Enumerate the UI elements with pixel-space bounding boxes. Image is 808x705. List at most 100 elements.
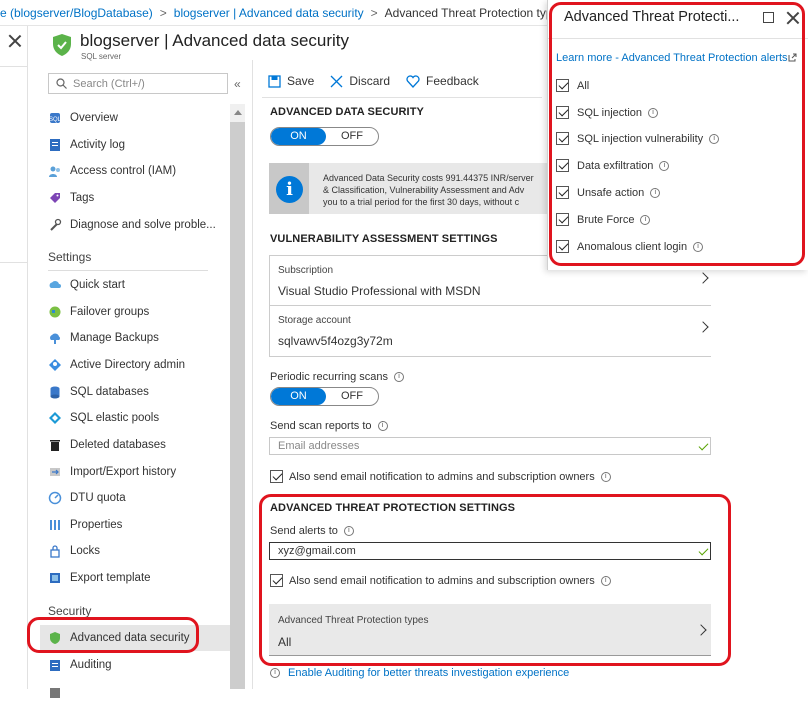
blade-divider: [252, 60, 253, 689]
globe-icon: [49, 306, 61, 318]
nav-item-properties[interactable]: Properties: [40, 512, 230, 538]
nav-item-overview[interactable]: SQL Overview: [40, 105, 230, 131]
periodic-scans-toggle[interactable]: ON OFF: [270, 387, 379, 406]
heart-icon: [406, 74, 420, 88]
next-item-icon: [50, 688, 60, 698]
enable-auditing-hint: i Enable Auditing for better threats inve…: [270, 667, 569, 679]
save-button[interactable]: Save: [268, 74, 314, 88]
elastic-pool-icon: [49, 412, 61, 424]
svg-text:SQL: SQL: [49, 117, 62, 123]
nav-item-locks[interactable]: Locks: [40, 538, 230, 564]
sql-server-shield-icon: [53, 34, 71, 56]
chevron-right-icon[interactable]: [697, 321, 709, 333]
pricing-info-banner: i Advanced Data Security costs 991.44375…: [269, 163, 569, 214]
nav-item-partial[interactable]: [40, 679, 230, 705]
breadcrumb-separator: >: [159, 6, 167, 20]
tag-icon: [50, 193, 60, 203]
nav-item-quick-start[interactable]: Quick start: [40, 272, 230, 298]
breadcrumb-link-database[interactable]: e (blogserver/BlogDatabase): [0, 6, 153, 20]
breadcrumb-separator: >: [370, 6, 378, 20]
nav-item-export-template[interactable]: Export template: [40, 565, 230, 591]
ads-heading: ADVANCED DATA SECURITY: [270, 106, 424, 118]
valid-check-icon: [698, 440, 709, 451]
page-title: blogserver | Advanced data security: [80, 31, 350, 50]
feedback-button[interactable]: Feedback: [406, 74, 479, 88]
nav-item-ad-admin[interactable]: Active Directory admin: [40, 352, 230, 378]
toggle-on[interactable]: ON: [271, 388, 326, 405]
lock-icon: [50, 545, 60, 558]
page-subtitle: SQL server: [81, 52, 122, 61]
gauge-icon: [48, 491, 62, 505]
info-icon[interactable]: i: [394, 372, 404, 382]
breadcrumb-current: Advanced Threat Protection types: [384, 6, 566, 20]
section-settings: Settings: [48, 250, 92, 264]
info-icon: i: [276, 176, 303, 203]
ads-toggle[interactable]: ON OFF: [270, 127, 379, 146]
nav-item-sql-databases[interactable]: SQL databases: [40, 379, 230, 405]
breadcrumb-link-security[interactable]: blogserver | Advanced data security: [174, 6, 364, 20]
nav-item-auditing[interactable]: Auditing: [40, 652, 230, 678]
cloud-icon: [49, 280, 61, 288]
annotation-highlight-atp: [259, 494, 731, 666]
nav-item-diagnose[interactable]: Diagnose and solve proble...: [40, 212, 230, 238]
menu-scrollbar[interactable]: [230, 104, 245, 689]
enable-auditing-link[interactable]: Enable Auditing for better threats inves…: [288, 667, 569, 679]
previous-blade-edge: [0, 26, 28, 689]
save-icon: [268, 74, 281, 88]
discard-button[interactable]: Discard: [330, 74, 390, 88]
subscription-label: Subscription: [278, 265, 334, 276]
annotation-highlight-nav: [27, 617, 199, 653]
nav-item-access-control[interactable]: Access control (IAM): [40, 158, 230, 184]
nav-item-elastic-pools[interactable]: SQL elastic pools: [40, 405, 230, 431]
export-template-icon: [50, 573, 60, 583]
storage-account-value[interactable]: sqlvawv5f4ozg3y72m: [278, 334, 393, 348]
info-icon[interactable]: i: [377, 421, 388, 431]
trash-icon: [50, 440, 60, 451]
scroll-up-icon[interactable]: [234, 110, 242, 115]
toggle-off[interactable]: OFF: [326, 128, 378, 145]
search-placeholder: Search (Ctrl+/): [73, 78, 145, 90]
ad-admin-icon: [49, 359, 61, 371]
scrollbar-thumb[interactable]: [230, 122, 245, 689]
properties-icon: [50, 520, 60, 530]
nav-item-dtu-quota[interactable]: DTU quota: [40, 485, 230, 511]
info-line: & Classification, Vulnerability Assessme…: [323, 185, 525, 195]
collapse-menu-icon[interactable]: «: [234, 77, 241, 91]
toggle-off[interactable]: OFF: [326, 388, 378, 405]
import-export-icon: [50, 468, 60, 476]
search-input[interactable]: Search (Ctrl+/): [48, 73, 228, 94]
info-line: you to a trial period for the first 30 d…: [323, 197, 520, 207]
backup-icon: [50, 333, 61, 344]
auditing-icon: [50, 660, 60, 671]
close-icon[interactable]: [9, 35, 21, 47]
sql-server-icon: SQL: [49, 113, 62, 123]
section-security: Security: [48, 604, 92, 618]
va-also-send-checkbox[interactable]: Also send email notification to admins a…: [270, 470, 611, 483]
storage-account-label: Storage account: [278, 315, 351, 326]
va-heading: VULNERABILITY ASSESSMENT SETTINGS: [270, 233, 498, 245]
database-icon: [50, 386, 60, 399]
nav-item-failover-groups[interactable]: Failover groups: [40, 299, 230, 325]
chevron-right-icon[interactable]: [697, 272, 709, 284]
search-icon: [56, 78, 67, 89]
nav-item-activity-log[interactable]: Activity log: [40, 132, 230, 158]
scan-report-email-input[interactable]: Email addresses: [269, 437, 711, 455]
checkbox-checked[interactable]: [270, 470, 283, 483]
activity-log-icon: [50, 139, 60, 151]
command-bar: Save Discard Feedback: [268, 70, 495, 92]
discard-icon: [330, 75, 343, 87]
nav-item-tags[interactable]: Tags: [40, 185, 230, 211]
people-icon: [49, 166, 60, 177]
nav-item-deleted-databases[interactable]: Deleted databases: [40, 432, 230, 458]
nav-item-import-export[interactable]: Import/Export history: [40, 459, 230, 485]
info-icon[interactable]: i: [600, 471, 611, 482]
toggle-on[interactable]: ON: [271, 128, 326, 145]
periodic-scans-label: Periodic recurring scans i: [270, 371, 404, 383]
nav-item-manage-backups[interactable]: Manage Backups: [40, 325, 230, 351]
subscription-value[interactable]: Visual Studio Professional with MSDN: [278, 284, 481, 298]
annotation-highlight-panel: [549, 2, 805, 266]
send-reports-label: Send scan reports to i: [270, 420, 388, 432]
wrench-icon: [50, 218, 62, 231]
info-icon: i: [270, 668, 280, 678]
info-line: Advanced Data Security costs 991.44375 I…: [323, 173, 534, 183]
